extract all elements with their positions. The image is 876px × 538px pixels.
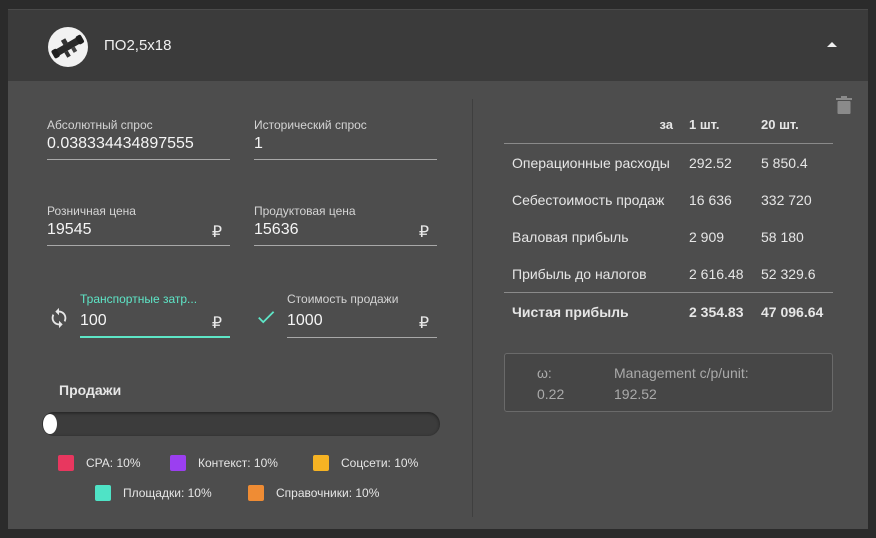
- context-swatch: [170, 455, 186, 471]
- legend-platforms[interactable]: Площадки: 10%: [95, 485, 212, 501]
- sales-slider-handle[interactable]: [43, 414, 57, 434]
- historical-demand-field[interactable]: Исторический спрос 1: [254, 118, 437, 160]
- trash-icon[interactable]: [836, 96, 852, 114]
- cpa-swatch: [58, 455, 74, 471]
- product-price-value[interactable]: 15636: [254, 221, 299, 239]
- sale-cost-value[interactable]: 1000: [287, 312, 323, 330]
- table-total-row: Чистая прибыль 2 354.83 47 096.64: [512, 304, 824, 320]
- metrics-box: ω: 0.22 Management c/p/unit: 192.52: [504, 353, 833, 412]
- sales-title: Продажи: [59, 382, 122, 398]
- sales-slider-track[interactable]: [42, 412, 440, 436]
- ruble-sign: ₽: [418, 315, 429, 332]
- table-row: Прибыль до налогов 2 616.48 52 329.6: [512, 266, 816, 282]
- product-header[interactable]: ПО2,5х18: [8, 9, 868, 81]
- social-swatch: [313, 455, 329, 471]
- legend-directories[interactable]: Справочники: 10%: [248, 485, 379, 501]
- ruble-sign: ₽: [211, 224, 222, 241]
- legend-cpa[interactable]: CPA: 10%: [58, 455, 141, 471]
- table-header-row: за 1 шт. 20 шт.: [659, 117, 799, 132]
- directories-swatch: [248, 485, 264, 501]
- table-row: Валовая прибыль 2 909 58 180: [512, 229, 804, 245]
- management-value: 192.52: [614, 386, 657, 402]
- platforms-swatch: [95, 485, 111, 501]
- ruble-sign: ₽: [211, 315, 222, 332]
- table-row: Операционные расходы 292.52 5 850.4: [512, 155, 808, 171]
- omega-value: 0.22: [537, 386, 565, 402]
- ruble-sign: ₽: [418, 224, 429, 241]
- omega-label: ω:: [537, 365, 552, 381]
- management-label: Management c/p/unit:: [614, 365, 749, 381]
- absolute-demand-value[interactable]: 0.038334434897555: [47, 135, 194, 153]
- product-title: ПО2,5х18: [104, 37, 172, 54]
- retail-price-field[interactable]: Розничная цена 19545 ₽: [47, 204, 230, 246]
- table-row: Себестоимость продаж 16 636 332 720: [512, 192, 812, 208]
- sync-icon[interactable]: [48, 307, 70, 329]
- check-icon: [258, 311, 275, 324]
- transport-costs-value[interactable]: 100: [80, 312, 107, 330]
- chevron-up-icon[interactable]: [826, 40, 838, 48]
- legend-context[interactable]: Контекст: 10%: [170, 455, 278, 471]
- product-price-field[interactable]: Продуктовая цена 15636 ₽: [254, 204, 437, 246]
- sale-cost-field[interactable]: Стоимость продажи 1000 ₽: [287, 292, 437, 338]
- column-divider: [472, 99, 473, 517]
- historical-demand-value[interactable]: 1: [254, 135, 263, 153]
- profit-table: за 1 шт. 20 шт. Операционные расходы 292…: [504, 109, 833, 330]
- transport-costs-field[interactable]: Транспортные затр... 100 ₽: [80, 292, 230, 338]
- rifle-scope-icon: [48, 27, 88, 67]
- legend-social[interactable]: Соцсети: 10%: [313, 455, 418, 471]
- product-details-panel: Абсолютный спрос 0.038334434897555 Истор…: [8, 81, 868, 529]
- absolute-demand-field[interactable]: Абсолютный спрос 0.038334434897555: [47, 118, 230, 160]
- retail-price-value[interactable]: 19545: [47, 221, 92, 239]
